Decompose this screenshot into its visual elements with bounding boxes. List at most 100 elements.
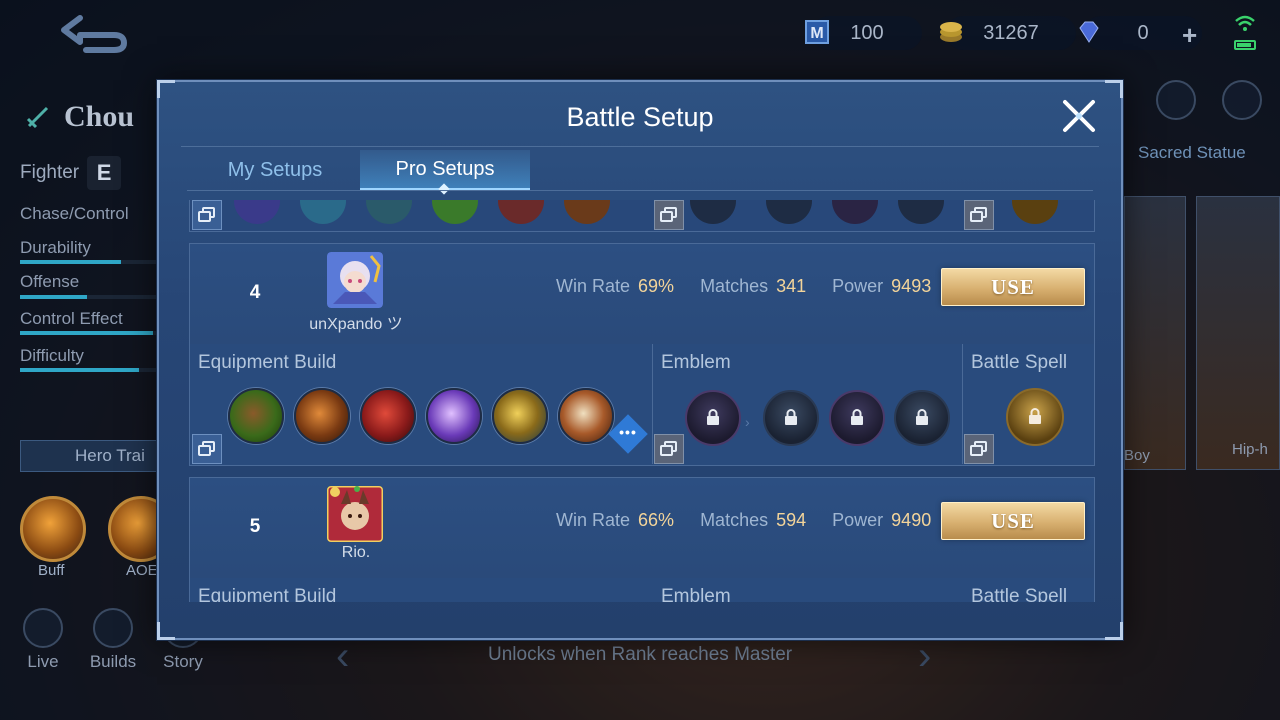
skill-buff-icon[interactable] [20, 496, 86, 562]
emblem-icon [898, 200, 944, 224]
emblem-talent-1-icon[interactable] [763, 390, 819, 446]
lock-icon [785, 409, 797, 425]
lock-icon [851, 409, 863, 425]
emblem-main-icon[interactable] [685, 390, 741, 446]
use-button[interactable]: USE [941, 268, 1085, 306]
copy-icon[interactable] [192, 434, 222, 464]
lock-icon [916, 409, 928, 425]
setup-card-partial [189, 200, 1095, 232]
svg-text:M: M [810, 25, 823, 42]
matches-value: 341 [776, 276, 807, 296]
copy-icon[interactable] [654, 200, 684, 230]
live-icon [23, 608, 63, 648]
stat-bar-control-effect [20, 331, 160, 335]
role-row: Fighter E [20, 156, 122, 190]
nav-label-builds: Builds [89, 652, 137, 671]
chevron-right-icon[interactable]: › [918, 634, 931, 679]
skill-label-aoe: AOE [126, 562, 158, 579]
battle-spell-icon[interactable] [1006, 388, 1064, 446]
golden-staff-item-icon[interactable] [492, 388, 548, 444]
fullscreen-icon[interactable] [1222, 80, 1262, 120]
player-name: unXpando ツ [309, 316, 403, 333]
emblem-talent-3-icon[interactable] [894, 390, 950, 446]
item-icon [234, 200, 280, 224]
power-label: Power [832, 276, 884, 296]
copy-icon[interactable] [192, 200, 222, 230]
hero-title: Chou [24, 100, 134, 134]
stat-bar-durability [20, 260, 160, 264]
power-label: Power [832, 510, 884, 530]
battle-spell-label: Battle Spell [971, 586, 1068, 602]
battle-spell-label: Battle Spell [971, 352, 1068, 373]
skin-card[interactable] [1196, 196, 1280, 470]
wifi-icon [1235, 15, 1255, 31]
section-divider [962, 344, 963, 464]
copy-icon[interactable] [964, 200, 994, 230]
matches-label: Matches [700, 510, 769, 530]
ticket-counter: M 100 [805, 16, 922, 50]
hero-role: Fighter [20, 162, 80, 183]
item-icon [300, 200, 346, 224]
add-diamond-icon[interactable]: + [1182, 20, 1197, 51]
frame-corner [1105, 80, 1123, 98]
blade-item-icon[interactable] [426, 388, 482, 444]
nav-live[interactable]: Live [18, 608, 68, 672]
modal-title: Battle Setup [566, 102, 714, 132]
win-rate-value: 66% [638, 510, 675, 530]
sacred-statue-label[interactable]: Sacred Statue [1138, 143, 1246, 163]
item-icon [366, 200, 412, 224]
hero-specialty: Chase/Control [20, 204, 129, 223]
power-value: 9493 [891, 276, 932, 296]
setup-card: 5 Rio. Win Rate 66% Matches 594 Power 94… [189, 477, 1095, 602]
axe-item-icon[interactable] [294, 388, 350, 444]
matches-label: Matches [700, 276, 769, 296]
spear-item-icon[interactable] [360, 388, 416, 444]
gold-coin-icon [940, 22, 962, 42]
tab-my-setups[interactable]: My Setups [199, 150, 351, 190]
setup-rank: 5 [249, 516, 261, 537]
setup-card: 4 unXpando ツ Win Rate 69% Matches 341 Po… [189, 243, 1095, 466]
player-avatar[interactable] [327, 486, 383, 542]
setup-rank: 4 [249, 282, 261, 303]
player-name: Rio. [341, 544, 371, 561]
nav-builds[interactable]: Builds [88, 608, 138, 672]
emblem-label: Emblem [661, 586, 731, 602]
copy-icon[interactable] [964, 434, 994, 464]
battle-setup-modal: Battle Setup My Setups Pro Setups 4 unXp… [157, 80, 1123, 640]
close-icon[interactable] [1059, 96, 1099, 136]
nav-label-live: Live [27, 652, 59, 671]
item-icon [432, 200, 478, 224]
copy-icon[interactable] [654, 434, 684, 464]
item-icon [498, 200, 544, 224]
stat-label-durability: Durability [20, 238, 91, 257]
builds-icon [93, 608, 133, 648]
more-dots-icon: ••• [619, 424, 637, 440]
setup-stats: Win Rate 66% Matches 594 Power 9490 [556, 510, 931, 531]
section-divider [652, 344, 653, 464]
hero-training-label: Hero Trai [75, 446, 145, 465]
setup-list[interactable]: 4 unXpando ツ Win Rate 69% Matches 341 Po… [187, 192, 1095, 602]
back-arrow-icon[interactable] [56, 10, 136, 56]
sound-icon[interactable] [1156, 80, 1196, 120]
boots-item-icon[interactable] [228, 388, 284, 444]
emblem-icon [832, 200, 878, 224]
tab-pro-setups[interactable]: Pro Setups [360, 150, 530, 190]
emblem-talent-2-icon[interactable] [829, 390, 885, 446]
nav-label-story: Story [163, 652, 203, 671]
tab-divider [187, 190, 1093, 191]
skin-card[interactable] [1124, 196, 1186, 470]
stat-label-offense: Offense [20, 272, 80, 291]
title-divider [181, 146, 1099, 147]
use-button[interactable]: USE [941, 502, 1085, 540]
battery-icon [1234, 40, 1256, 50]
lock-icon [1029, 408, 1041, 424]
stat-bar-difficulty [20, 368, 160, 372]
chevron-left-icon[interactable]: ‹ [336, 634, 349, 679]
hero-training-button[interactable]: Hero Trai [20, 440, 160, 472]
matches-value: 594 [776, 510, 807, 530]
frame-corner [157, 622, 175, 640]
player-avatar[interactable] [327, 252, 383, 308]
frame-corner [157, 80, 175, 98]
gauntlet-item-icon[interactable] [558, 388, 614, 444]
diamond-icon [1079, 21, 1099, 43]
